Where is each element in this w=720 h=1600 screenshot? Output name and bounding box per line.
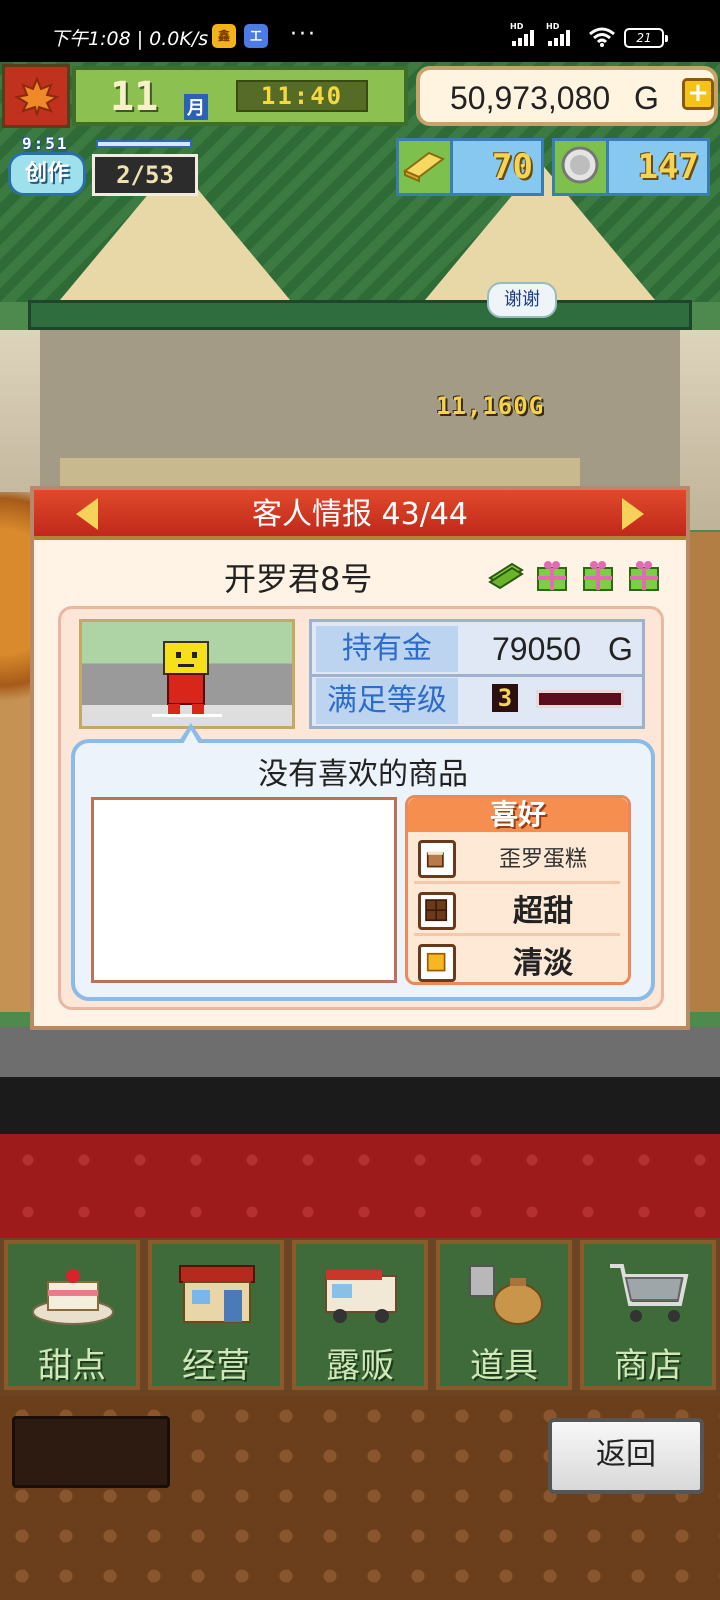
cash-bundle-icon bbox=[488, 562, 524, 590]
battery-icon: 21 bbox=[624, 28, 668, 48]
preference-item: 清淡 bbox=[414, 940, 620, 988]
season-icon-box[interactable] bbox=[2, 64, 70, 128]
create-label: 创作 bbox=[8, 152, 86, 196]
shop-awning bbox=[28, 300, 692, 330]
favorites-title: 没有喜欢的商品 bbox=[258, 757, 468, 792]
gift-box-icon bbox=[537, 561, 567, 591]
money-panel: 50,973,080 G + bbox=[416, 66, 718, 126]
status-bar: 下午1:08 | 0.0K/s 鑫 工 ··· HD HD 21 bbox=[0, 0, 720, 62]
customer-gold-value: 79050 bbox=[492, 631, 581, 667]
preference-label: 超甜 bbox=[513, 894, 573, 929]
medal-count: 147 bbox=[637, 147, 699, 187]
chocolate-icon bbox=[418, 892, 456, 930]
back-button[interactable]: 返回 bbox=[548, 1418, 704, 1494]
light-cube-icon bbox=[418, 944, 456, 982]
floating-gold-text: 11,160G bbox=[436, 392, 545, 420]
robot-customer-icon bbox=[152, 641, 222, 717]
menu-items-button[interactable]: 道具 bbox=[436, 1240, 572, 1390]
month-unit: 月 bbox=[184, 94, 208, 120]
customer-name: 开罗君8号 bbox=[224, 560, 373, 598]
preference-label: 清淡 bbox=[513, 946, 573, 981]
menu-label: 露贩 bbox=[326, 1346, 394, 1386]
gold-bar-counter[interactable]: 70 bbox=[396, 138, 544, 196]
customer-info-header: 客人情报 43/44 bbox=[34, 490, 686, 540]
create-timer: 9:51 bbox=[22, 134, 69, 153]
bottom-area: 返回 bbox=[0, 1396, 720, 1600]
maple-leaf-icon bbox=[15, 77, 59, 116]
customer-detail-frame: 持有金 79050 G 满足等级 3 没有喜欢的商品 喜好 歪罗蛋糕 超甜 清淡 bbox=[58, 606, 664, 1010]
add-money-button[interactable]: + bbox=[682, 78, 714, 110]
month-number: 11 bbox=[110, 74, 159, 120]
app-notification-icon: 工 bbox=[244, 24, 268, 48]
medal-counter[interactable]: 147 bbox=[552, 138, 710, 196]
customer-info-title: 客人情报 43/44 bbox=[252, 497, 468, 532]
create-status[interactable]: 9:51 创作 2/53 bbox=[8, 134, 198, 200]
gift-box-icon bbox=[583, 561, 613, 591]
preferences-title: 喜好 bbox=[489, 798, 546, 831]
menu-label: 甜点 bbox=[38, 1346, 106, 1386]
gold-label: 持有金 bbox=[316, 626, 458, 672]
customer-info-panel: 客人情报 43/44 开罗君8号 持有金 79050 G 满足等级 3 没有喜欢… bbox=[30, 486, 690, 1030]
street-road bbox=[0, 1027, 720, 1077]
preference-label: 歪罗蛋糕 bbox=[498, 847, 587, 872]
wifi-icon bbox=[589, 27, 615, 47]
menu-store-button[interactable]: 商店 bbox=[580, 1240, 716, 1390]
game-clock: 11:40 bbox=[236, 80, 368, 112]
money-value: 50,973,080 bbox=[450, 80, 611, 116]
autumn-tree bbox=[0, 492, 30, 742]
customer-portrait bbox=[79, 619, 295, 729]
status-time: 下午1:08 | 0.0K/s bbox=[50, 28, 209, 50]
customer-gold-unit: G bbox=[608, 631, 633, 667]
shop-building-icon bbox=[179, 1265, 255, 1323]
favorites-bubble: 没有喜欢的商品 喜好 歪罗蛋糕 超甜 清淡 bbox=[71, 723, 655, 1001]
menu-label: 商店 bbox=[614, 1346, 682, 1386]
cake-icon bbox=[418, 840, 456, 878]
cart-icon bbox=[610, 1264, 689, 1322]
cake-icon bbox=[32, 1269, 114, 1325]
thanks-speech-bubble: 谢谢 bbox=[487, 282, 557, 318]
create-count: 2/53 bbox=[92, 154, 198, 196]
gift-row bbox=[488, 554, 672, 594]
favorite-items-box bbox=[91, 797, 397, 983]
divider bbox=[312, 674, 642, 677]
preference-item: 歪罗蛋糕 bbox=[414, 836, 620, 884]
preferences-panel: 喜好 歪罗蛋糕 超甜 清淡 bbox=[405, 795, 631, 985]
menu-food-truck-button[interactable]: 露贩 bbox=[292, 1240, 428, 1390]
app-notification-icon: 鑫 bbox=[212, 24, 236, 48]
menu-desserts-button[interactable]: 甜点 bbox=[4, 1240, 140, 1390]
satisfaction-label: 满足等级 bbox=[316, 678, 458, 724]
silver-medal-icon bbox=[561, 146, 599, 184]
create-timer-bar bbox=[96, 140, 192, 148]
food-truck-icon bbox=[325, 1270, 397, 1323]
tools-bag-icon bbox=[469, 1265, 543, 1325]
gold-bar-count: 70 bbox=[492, 147, 533, 187]
menu-label: 道具 bbox=[470, 1346, 538, 1386]
satisfaction-level: 3 bbox=[492, 684, 518, 712]
customer-stats: 持有金 79050 G 满足等级 3 bbox=[309, 619, 645, 729]
preference-item: 超甜 bbox=[414, 888, 620, 936]
more-notifications-icon: ··· bbox=[290, 22, 317, 47]
gift-box-icon bbox=[629, 561, 659, 591]
satisfaction-bar bbox=[536, 690, 624, 708]
main-menu: 甜点 经营 露贩 道具 商店 bbox=[0, 1238, 720, 1396]
decorative-carpet bbox=[0, 1134, 720, 1238]
empty-slot bbox=[12, 1416, 170, 1488]
menu-label: 经营 bbox=[182, 1346, 250, 1386]
menu-management-button[interactable]: 经营 bbox=[148, 1240, 284, 1390]
money-unit: G bbox=[634, 80, 659, 116]
gold-bar-icon bbox=[403, 151, 445, 183]
calendar-panel: 11 月 11:40 bbox=[72, 66, 408, 126]
next-customer-button[interactable] bbox=[622, 498, 644, 530]
